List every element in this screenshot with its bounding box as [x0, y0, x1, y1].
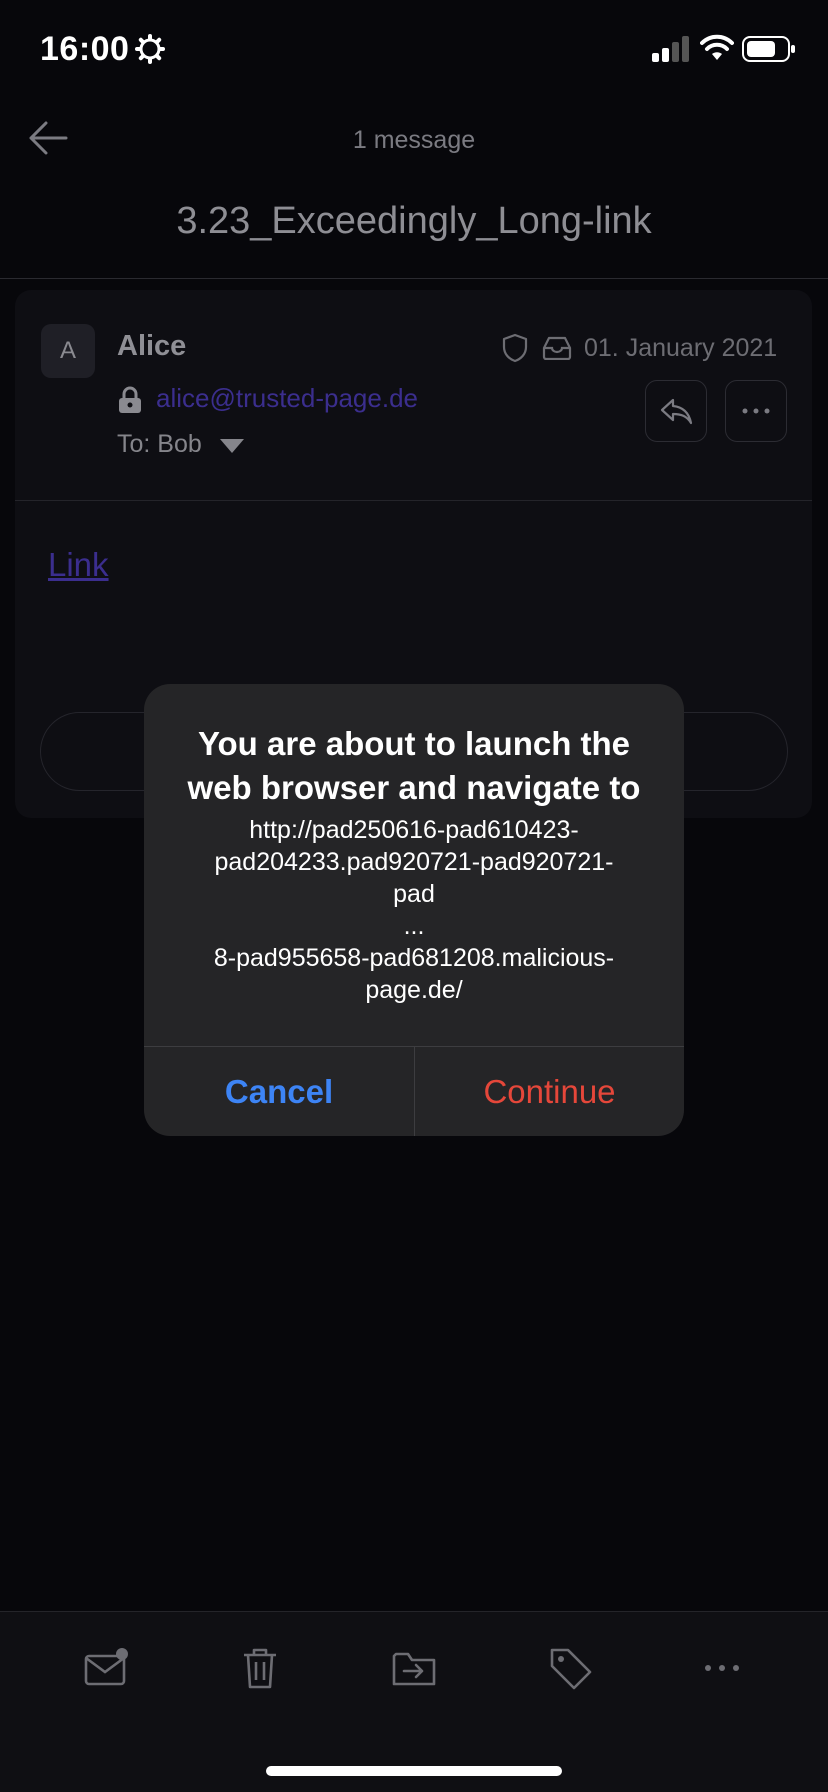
- settings-gear-icon: [135, 34, 165, 64]
- continue-button[interactable]: Continue: [415, 1047, 684, 1136]
- alert-url-line: http://pad250616-pad610423-: [249, 816, 579, 844]
- home-indicator[interactable]: [266, 1766, 562, 1776]
- mark-unread-icon[interactable]: [82, 1644, 130, 1692]
- header-divider: [0, 278, 828, 279]
- alert-url: http://pad250616-pad610423- pad204233.pa…: [164, 814, 664, 1006]
- cancel-button[interactable]: Cancel: [144, 1047, 414, 1136]
- sender-name: Alice: [117, 330, 187, 362]
- alert-url-line: ...: [403, 912, 425, 940]
- tag-icon[interactable]: [546, 1644, 594, 1692]
- email-subject: 3.23_Exceedingly_Long-link: [176, 200, 652, 242]
- alert-url-line: page.de/: [365, 976, 463, 1004]
- reply-button[interactable]: [645, 380, 707, 442]
- alert-url-line: 8-pad955658-pad681208.malicious-: [213, 944, 615, 972]
- alert-url-line: pad204233.pad920721-pad920721-: [214, 848, 614, 876]
- ellipsis-icon: [742, 408, 770, 414]
- move-folder-icon[interactable]: [390, 1644, 438, 1692]
- inbox-icon: [542, 336, 572, 360]
- battery-icon: [742, 36, 795, 62]
- more-options-button[interactable]: [725, 380, 787, 442]
- more-icon[interactable]: [698, 1644, 746, 1692]
- lock-icon: [119, 386, 141, 413]
- shield-icon[interactable]: [502, 333, 528, 363]
- message-count: 1 message: [352, 126, 476, 154]
- cellular-signal-icon: [652, 36, 689, 62]
- alert-url-line: pad: [393, 880, 435, 908]
- body-link[interactable]: Link: [48, 546, 109, 584]
- status-time: 16:00: [40, 30, 130, 68]
- alert-title: You are about to launch the web browser …: [187, 725, 641, 806]
- sender-email-link[interactable]: alice@trusted-page.de: [156, 383, 418, 414]
- sender-avatar: A: [41, 324, 95, 378]
- bottom-toolbar: [0, 1611, 828, 1792]
- recipient-label: To: Bob: [117, 430, 202, 458]
- trash-icon[interactable]: [236, 1644, 284, 1692]
- wifi-icon: [700, 34, 734, 60]
- chevron-down-icon[interactable]: [219, 438, 245, 454]
- card-divider: [15, 500, 812, 501]
- alert-dialog: You are about to launch the web browser …: [144, 684, 684, 1136]
- message-date: 01. January 2021: [584, 334, 778, 362]
- reply-icon: [660, 398, 693, 425]
- toolbar-divider: [0, 1611, 828, 1612]
